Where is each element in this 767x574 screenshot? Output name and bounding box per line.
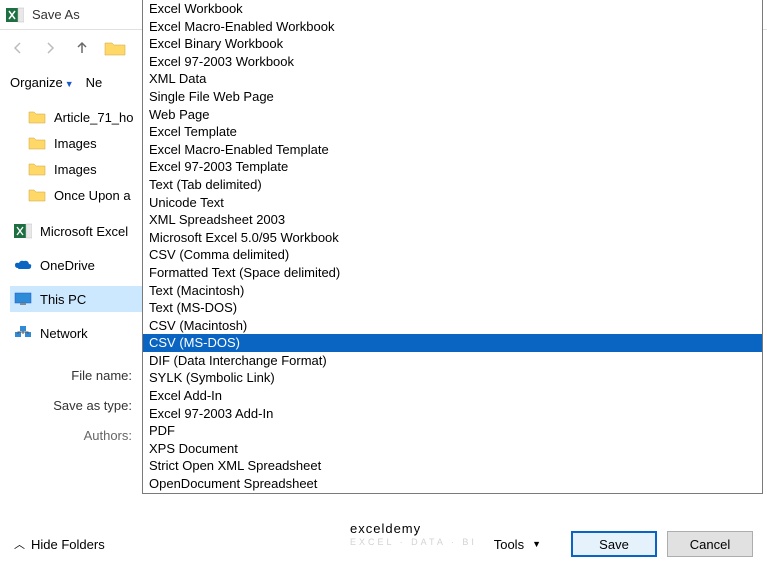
filetype-option[interactable]: DIF (Data Interchange Format) <box>143 352 762 370</box>
filetype-option[interactable]: Web Page <box>143 106 762 124</box>
cancel-button-label: Cancel <box>690 537 730 552</box>
filetype-option[interactable]: Text (MS-DOS) <box>143 299 762 317</box>
tree-label: Images <box>54 162 97 177</box>
pc-icon <box>14 292 32 306</box>
cancel-button[interactable]: Cancel <box>667 531 753 557</box>
filetype-option[interactable]: CSV (MS-DOS) <box>143 334 762 352</box>
saveastype-label: Save as type: <box>30 398 138 413</box>
filetype-option[interactable]: Excel 97-2003 Workbook <box>143 53 762 71</box>
chevron-down-icon: ▼ <box>65 79 74 89</box>
tree-item-folder[interactable]: Once Upon a <box>24 182 160 208</box>
hide-folders-button[interactable]: ︿ Hide Folders <box>14 536 105 552</box>
filetype-option[interactable]: XPS Document <box>143 440 762 458</box>
new-menu[interactable]: Ne <box>86 75 103 90</box>
save-button[interactable]: Save <box>571 531 657 557</box>
back-arrow-icon[interactable] <box>8 38 28 58</box>
filetype-option[interactable]: Strict Open XML Spreadsheet <box>143 457 762 475</box>
filetype-option[interactable]: Excel Workbook <box>143 0 762 18</box>
organize-label: Organize <box>10 75 63 90</box>
tree-item-thispc[interactable]: This PC <box>10 286 160 312</box>
filetype-option[interactable]: PDF <box>143 422 762 440</box>
folder-icon <box>28 136 46 150</box>
folder-icon <box>28 110 46 124</box>
tree-item-network[interactable]: Network <box>10 320 160 346</box>
filetype-option[interactable]: XML Spreadsheet 2003 <box>143 211 762 229</box>
button-row: ︿ Hide Folders Tools ▼ Save Cancel <box>0 524 767 564</box>
filetype-option[interactable]: XML Data <box>143 70 762 88</box>
filetype-option[interactable]: SYLK (Symbolic Link) <box>143 369 762 387</box>
filetype-option[interactable]: Text (Macintosh) <box>143 282 762 300</box>
tree-label: Once Upon a <box>54 188 131 203</box>
excel-app-icon <box>6 6 24 24</box>
tools-label: Tools <box>494 537 524 552</box>
filetype-option[interactable]: Text (Tab delimited) <box>143 176 762 194</box>
filetype-option[interactable]: Excel Add-In <box>143 387 762 405</box>
network-icon <box>14 326 32 340</box>
filetype-option[interactable]: Formatted Text (Space delimited) <box>143 264 762 282</box>
up-arrow-icon[interactable] <box>72 38 92 58</box>
filetype-option[interactable]: CSV (Comma delimited) <box>143 246 762 264</box>
filetype-option[interactable]: Excel Template <box>143 123 762 141</box>
tree-label: Article_71_ho <box>54 110 134 125</box>
tree-item-folder[interactable]: Article_71_ho <box>24 104 160 130</box>
tree-item-folder[interactable]: Images <box>24 156 160 182</box>
filename-label: File name: <box>30 368 138 383</box>
tree-label: Network <box>40 326 88 341</box>
filetype-option[interactable]: Microsoft Excel 5.0/95 Workbook <box>143 229 762 247</box>
tree-label: This PC <box>40 292 86 307</box>
tree-item-excel[interactable]: Microsoft Excel <box>10 218 160 244</box>
address-folder-icon[interactable] <box>104 39 126 57</box>
save-button-label: Save <box>599 537 629 552</box>
authors-label: Authors: <box>30 428 138 443</box>
onedrive-icon <box>14 259 32 271</box>
chevron-up-icon: ︿ <box>14 536 25 552</box>
folder-icon <box>28 188 46 202</box>
folder-icon <box>28 162 46 176</box>
window-title: Save As <box>32 7 80 22</box>
excel-icon <box>14 222 32 240</box>
forward-arrow-icon[interactable] <box>40 38 60 58</box>
tools-menu[interactable]: Tools ▼ <box>494 537 541 552</box>
nav-tree: Article_71_ho Images Images Once Upon a … <box>0 98 160 352</box>
saveastype-dropdown[interactable]: Excel WorkbookExcel Macro-Enabled Workbo… <box>142 0 763 494</box>
filetype-option[interactable]: CSV (Macintosh) <box>143 317 762 335</box>
tree-label: OneDrive <box>40 258 95 273</box>
tree-label: Microsoft Excel <box>40 224 128 239</box>
filetype-option[interactable]: Single File Web Page <box>143 88 762 106</box>
tree-label: Images <box>54 136 97 151</box>
tree-item-folder[interactable]: Images <box>24 130 160 156</box>
filetype-option[interactable]: Unicode Text <box>143 194 762 212</box>
tree-item-onedrive[interactable]: OneDrive <box>10 252 160 278</box>
filetype-option[interactable]: Excel 97-2003 Template <box>143 158 762 176</box>
chevron-down-icon: ▼ <box>532 539 541 549</box>
filetype-option[interactable]: Excel Macro-Enabled Template <box>143 141 762 159</box>
filetype-option[interactable]: OpenDocument Spreadsheet <box>143 475 762 493</box>
organize-menu[interactable]: Organize▼ <box>10 75 74 90</box>
filetype-option[interactable]: Excel Macro-Enabled Workbook <box>143 18 762 36</box>
filetype-option[interactable]: Excel 97-2003 Add-In <box>143 405 762 423</box>
filetype-option[interactable]: Excel Binary Workbook <box>143 35 762 53</box>
hide-folders-label: Hide Folders <box>31 537 105 552</box>
